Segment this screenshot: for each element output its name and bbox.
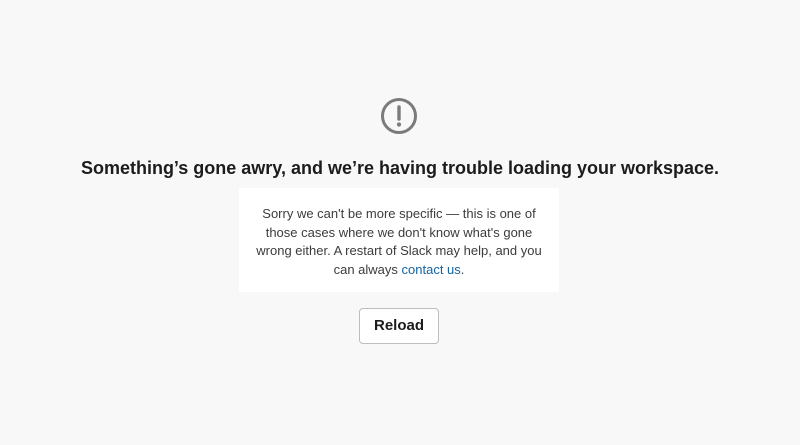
error-message-end: . (460, 261, 465, 277)
error-title: Something’s gone awry, and we’re having … (80, 158, 720, 178)
error-page: Something’s gone awry, and we’re having … (0, 0, 800, 445)
error-message-box: Sorry we can't be more specific — this i… (239, 188, 559, 292)
exclamation-circle-icon (380, 97, 418, 135)
error-message-text: Sorry we can't be more specific — this i… (256, 206, 542, 277)
contact-us-link[interactable]: contact us (402, 262, 461, 277)
reload-button[interactable]: Reload (359, 308, 439, 344)
